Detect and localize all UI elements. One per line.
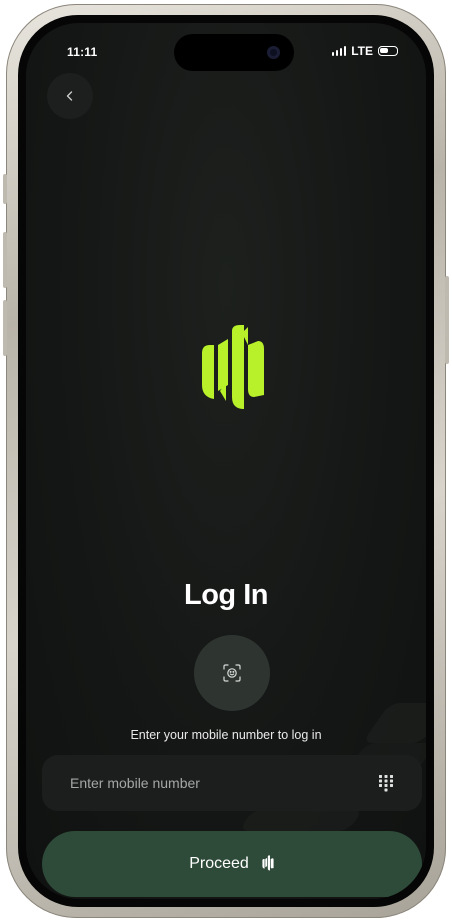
phone-frame: 11:11 LTE Log In Enter your mobile numbe… xyxy=(3,4,449,918)
proceed-button[interactable]: Proceed xyxy=(42,831,422,897)
back-button[interactable] xyxy=(47,73,93,119)
status-time: 11:11 xyxy=(67,45,98,59)
background-decoration xyxy=(238,809,364,831)
volume-up-button xyxy=(3,232,7,288)
mobile-number-field[interactable]: Enter mobile number xyxy=(42,755,422,811)
volume-down-button xyxy=(3,300,7,356)
signal-icon xyxy=(331,46,347,56)
bezel: 11:11 LTE Log In Enter your mobile numbe… xyxy=(18,15,434,907)
battery-icon xyxy=(378,46,398,56)
face-id-icon xyxy=(223,664,241,682)
page-title: Log In xyxy=(184,579,268,611)
brand-mark-icon xyxy=(262,855,274,871)
chevron-left-icon xyxy=(66,91,73,101)
camera xyxy=(267,46,280,59)
screen: 11:11 LTE Log In Enter your mobile numbe… xyxy=(26,23,426,899)
login-instruction: Enter your mobile number to log in xyxy=(130,728,322,742)
action-button xyxy=(3,174,7,204)
power-button xyxy=(445,276,449,364)
dynamic-island xyxy=(174,34,294,71)
status-indicators: LTE xyxy=(331,44,398,58)
face-id-button[interactable] xyxy=(194,635,270,711)
network-label: LTE xyxy=(351,44,373,58)
proceed-label: Proceed xyxy=(189,855,249,872)
mobile-number-placeholder: Enter mobile number xyxy=(70,775,200,791)
brand-logo xyxy=(202,325,264,409)
keypad-icon[interactable] xyxy=(378,774,394,792)
